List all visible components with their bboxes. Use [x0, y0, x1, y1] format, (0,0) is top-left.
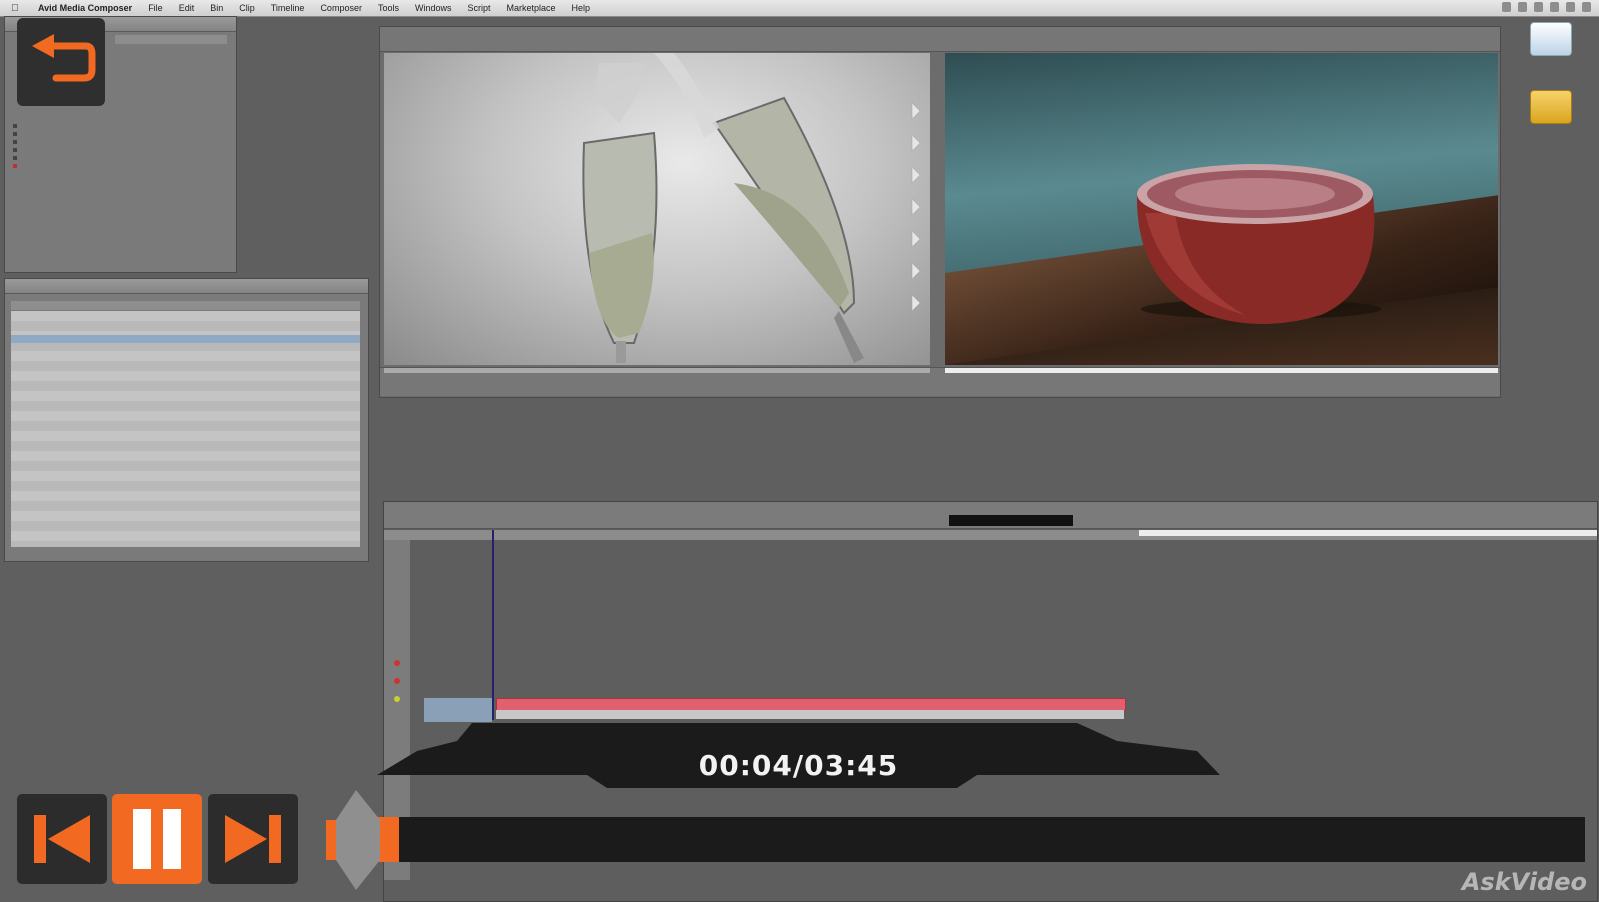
composer-toolbar: [380, 27, 1500, 52]
bin-row[interactable]: [11, 319, 360, 327]
pause-icon: [133, 809, 181, 869]
progress-fill: [377, 817, 399, 862]
clip-segment[interactable]: [706, 699, 915, 710]
time-readout: 00:04/03:45: [698, 749, 899, 782]
bin-row[interactable]: [11, 327, 360, 335]
skip-previous-icon: [34, 815, 90, 863]
clip-segment[interactable]: [497, 699, 706, 710]
desktop-icon-label: [1520, 56, 1580, 64]
desktop-icon-label: [1520, 124, 1580, 132]
menu-edit[interactable]: Edit: [171, 3, 203, 13]
menu-script[interactable]: Script: [459, 3, 498, 13]
pomegranate-image: [1136, 164, 1381, 324]
project-list-row[interactable]: [13, 163, 23, 171]
clip-segment[interactable]: [916, 699, 1125, 710]
record-dot-icon[interactable]: [394, 660, 400, 666]
composer-transport-bar: [380, 367, 1500, 396]
project-tabs[interactable]: [115, 35, 227, 44]
menu-file[interactable]: File: [140, 3, 171, 13]
progress-bar[interactable]: [377, 817, 1585, 862]
menu-timeline[interactable]: Timeline: [263, 3, 313, 13]
menu-marketplace[interactable]: Marketplace: [499, 3, 564, 13]
timeline-ruler-highlight: [1139, 530, 1597, 536]
menu-tools[interactable]: Tools: [370, 3, 407, 13]
hard-drive-icon: [1530, 22, 1572, 56]
status-icon[interactable]: [1518, 2, 1527, 12]
menu-windows[interactable]: Windows: [407, 3, 460, 13]
skip-next-icon: [225, 815, 281, 863]
progress-handle[interactable]: [312, 790, 380, 890]
project-list: [13, 123, 23, 171]
menu-help[interactable]: Help: [564, 3, 599, 13]
menu-app[interactable]: Avid Media Composer: [30, 3, 140, 13]
bin-window: [4, 278, 369, 562]
external-drive-icon: [1530, 90, 1572, 124]
apple-menu[interactable]: : [0, 3, 30, 14]
status-icon[interactable]: [1534, 2, 1543, 12]
bin-clip-list: [11, 311, 360, 547]
scrubber-diamond-icon: [326, 790, 380, 890]
monitor-dot-icon[interactable]: [394, 696, 400, 702]
bin-row[interactable]: [11, 311, 360, 319]
bin-column-headers: [11, 301, 360, 310]
project-list-row[interactable]: [13, 123, 23, 131]
project-list-row[interactable]: [13, 131, 23, 139]
champagne-glasses-image: [582, 53, 921, 363]
source-position-bar[interactable]: [384, 368, 930, 373]
project-list-row[interactable]: [13, 139, 23, 147]
audio-track[interactable]: [496, 710, 1124, 719]
status-icon[interactable]: [1566, 2, 1575, 12]
record-monitor[interactable]: [945, 53, 1498, 365]
next-button[interactable]: [208, 794, 298, 884]
undo-arrow-icon: [32, 34, 96, 82]
desktop-drive-icon-1[interactable]: [1530, 22, 1580, 64]
status-icons: [1502, 2, 1591, 12]
menu-bin[interactable]: Bin: [202, 3, 231, 13]
playhead[interactable]: [492, 530, 494, 720]
composer-window: [379, 26, 1501, 398]
brand-watermark: AskVideo: [1461, 868, 1587, 896]
pause-button[interactable]: [112, 794, 202, 884]
project-list-row[interactable]: [13, 155, 23, 163]
time-display-plate: 00:04/03:45: [377, 723, 1220, 803]
menu-bar:  Avid Media Composer File Edit Bin Clip…: [0, 0, 1599, 17]
previous-button[interactable]: [17, 794, 107, 884]
record-position-bar[interactable]: [945, 368, 1498, 373]
bin-row-selected[interactable]: [11, 335, 360, 343]
menu-clip[interactable]: Clip: [231, 3, 263, 13]
bin-window-titlebar[interactable]: [5, 279, 368, 294]
track-selectors[interactable]: [424, 698, 492, 722]
back-button[interactable]: [17, 18, 105, 106]
status-icon[interactable]: [1582, 2, 1591, 12]
source-monitor[interactable]: [384, 53, 930, 365]
project-list-row[interactable]: [13, 147, 23, 155]
timeline-toolbar: [384, 502, 1597, 529]
status-icon[interactable]: [1550, 2, 1559, 12]
status-icon[interactable]: [1502, 2, 1511, 12]
desktop-drive-icon-2[interactable]: [1530, 90, 1580, 132]
record-dot-icon[interactable]: [394, 678, 400, 684]
menu-composer[interactable]: Composer: [312, 3, 370, 13]
timeline-timecode-display: [949, 515, 1073, 526]
